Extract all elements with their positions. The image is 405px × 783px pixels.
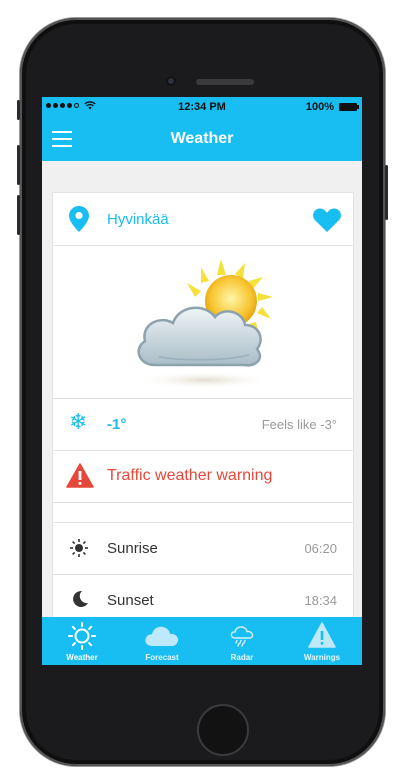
tab-label: Forecast [145, 653, 179, 662]
feels-like: Feels like -3° [261, 417, 337, 432]
temperature-row: ❄ -1° Feels like -3° [53, 398, 353, 451]
tab-warnings[interactable]: Warnings [282, 617, 362, 665]
tab-bar: Weather Forecast Radar Warnings [42, 617, 362, 665]
warning-triangle-icon [66, 463, 94, 488]
location-row[interactable]: Hyvinkää [53, 193, 353, 246]
location-pin-icon [69, 206, 89, 232]
battery-icon [339, 103, 359, 111]
sunrise-time: 06:20 [304, 541, 337, 556]
weather-illustration-row [53, 245, 353, 399]
mute-switch [17, 100, 20, 120]
cloud-icon [145, 626, 179, 646]
sunset-label: Sunset [107, 592, 154, 609]
battery-percent: 100% [305, 101, 334, 113]
tab-weather[interactable]: Weather [42, 617, 122, 665]
sunrise-row: Sunrise 06:20 [53, 522, 353, 575]
warning-triangle-icon [308, 622, 336, 648]
warning-text: Traffic weather warning [107, 467, 273, 484]
moon-icon [73, 590, 88, 607]
front-camera [166, 76, 176, 86]
location-name: Hyvinkää [107, 211, 169, 228]
home-button[interactable] [197, 704, 249, 756]
volume-down-button [17, 195, 20, 235]
volume-up-button [17, 145, 20, 185]
section-divider [53, 502, 353, 523]
sunset-time: 18:34 [304, 593, 337, 608]
nav-bar: Weather [42, 117, 362, 161]
partly-cloudy-icon [135, 259, 275, 389]
weather-card: Hyvinkää ❄ -1° Feels like -3° Traffic we… [52, 192, 354, 634]
speaker [196, 79, 254, 85]
sunrise-label: Sunrise [107, 540, 158, 557]
sunrise-icon [70, 539, 88, 557]
tab-label: Warnings [303, 653, 341, 662]
power-button [385, 165, 388, 220]
sun-icon [68, 622, 96, 650]
status-bar: 12:34 PM 100% [42, 97, 362, 117]
tab-label: Weather [66, 653, 98, 662]
tab-forecast[interactable]: Forecast [122, 617, 202, 665]
temperature-value: -1° [107, 416, 127, 433]
favorite-heart-icon[interactable] [313, 208, 341, 232]
tab-radar[interactable]: Radar [202, 617, 282, 665]
app-screen: 12:34 PM 100% Weather Hyvinkää ❄ -1° Fee… [42, 97, 362, 665]
snowflake-icon: ❄ [69, 410, 88, 435]
rain-cloud-icon [230, 626, 254, 647]
page-title: Weather [170, 130, 234, 147]
tab-label: Radar [230, 653, 254, 662]
warning-row[interactable]: Traffic weather warning [53, 450, 353, 503]
